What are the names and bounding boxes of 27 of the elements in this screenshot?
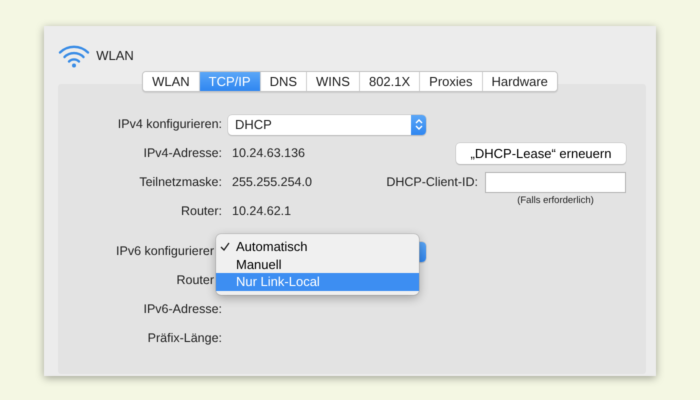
tab[interactable]: Proxies (419, 72, 482, 91)
hint-text: (Falls erforderlich) (516, 194, 595, 208)
field-label: IPv4-Adresse: (142, 145, 222, 162)
client-id-field[interactable] (485, 172, 626, 193)
field-label: Router (175, 272, 215, 290)
field-label: IPv6 konfigurierer (115, 243, 215, 260)
field-value: 255.255.254.0 (232, 174, 312, 192)
field-label: Präfix-Länge: (146, 330, 222, 348)
renew-lease-button[interactable]: „DHCP-Lease“ erneuern (456, 142, 626, 164)
window-title: WLAN (96, 46, 134, 65)
ipv4-popup[interactable]: DHCP (228, 114, 426, 134)
tab[interactable]: DNS (260, 72, 306, 91)
field-label: IPv4 konfigurieren: (116, 116, 222, 134)
tab[interactable]: 802.1X (358, 72, 420, 91)
up-down-arrows-icon (414, 119, 422, 130)
wifi-icon (58, 44, 90, 68)
field-label: Router: (180, 203, 222, 220)
menu-item[interactable]: Automatisch (216, 238, 419, 256)
field-value: 10.24.62.1 (232, 203, 292, 220)
field-label: IPv6-Adresse: (142, 301, 222, 318)
tab[interactable]: Hardware (482, 72, 557, 91)
field-label: DHCP-Client-ID: (386, 174, 478, 192)
tab[interactable]: WINS (306, 72, 359, 91)
field-label: Teilnetzmaske: (138, 174, 222, 192)
menu-item[interactable]: Manuell (216, 256, 419, 273)
field-value: 10.24.63.136 (232, 145, 305, 162)
tab[interactable]: WLAN (143, 72, 199, 91)
